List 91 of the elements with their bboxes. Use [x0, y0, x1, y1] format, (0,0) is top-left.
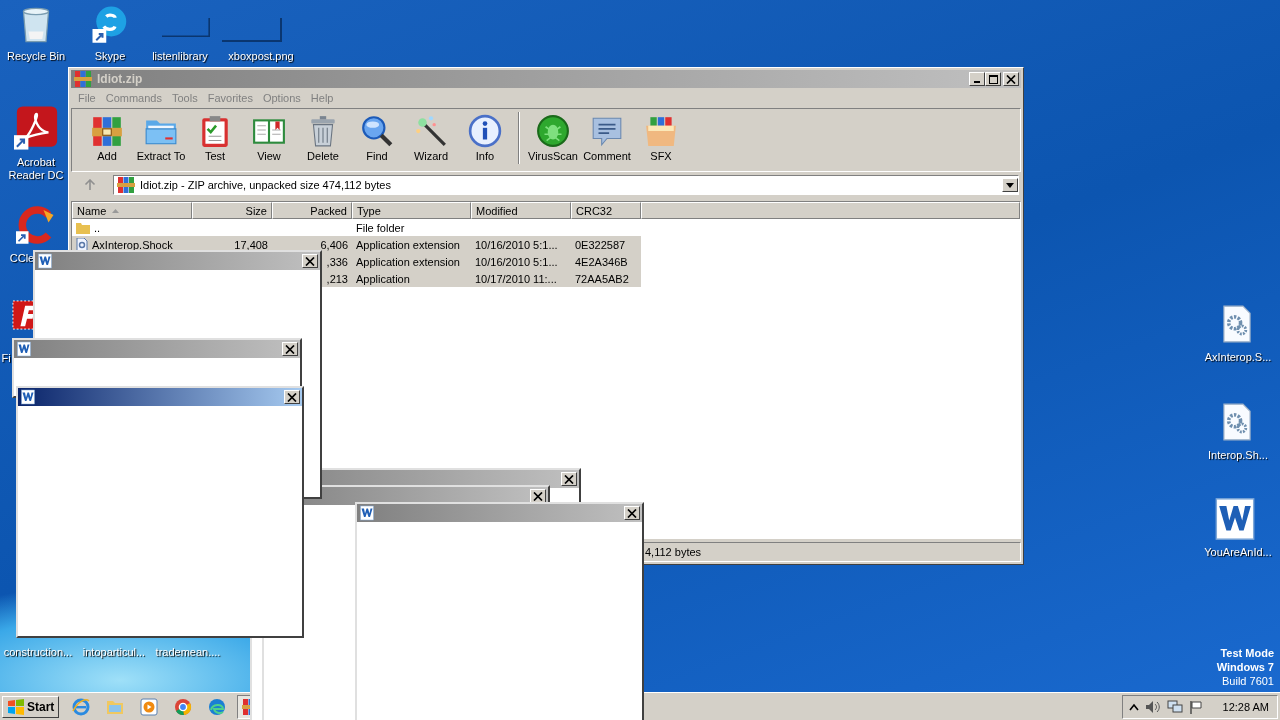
- test-mode-text: Test Mode: [1220, 646, 1274, 660]
- cleaner-app-icon: [16, 205, 56, 245]
- toolbar-button[interactable]: Info: [458, 112, 512, 164]
- column-header[interactable]: CRC32: [571, 202, 641, 219]
- chrome-icon: [173, 696, 194, 717]
- desktop-icon-label[interactable]: Interop.Sh...: [1196, 449, 1280, 462]
- desktop-icon-label[interactable]: xboxpost.png: [219, 50, 303, 63]
- toolbar-button[interactable]: Extract To: [134, 112, 188, 164]
- dropdown-arrow-icon: [1006, 182, 1014, 188]
- toolbar-button[interactable]: Test: [188, 112, 242, 164]
- table-cell: 10/17/2010 11:...: [475, 272, 557, 285]
- desktop-icon-label[interactable]: YouAreAnId...: [1196, 546, 1280, 559]
- close-button[interactable]: [284, 390, 300, 404]
- toolbar-button[interactable]: View: [242, 112, 296, 164]
- table-cell: 10/16/2010 5:1...: [475, 255, 558, 268]
- close-icon: [627, 508, 637, 518]
- table-cell: ,213: [326, 272, 348, 285]
- close-icon: [287, 392, 297, 402]
- table-cell: AxInterop.Shock: [92, 238, 173, 251]
- os-edition-text: Windows 7: [1216, 660, 1274, 674]
- thumbnail-icon: [222, 18, 282, 42]
- thumbnail-icon: [162, 18, 210, 38]
- maximize-icon: [988, 74, 998, 84]
- dropdown-button[interactable]: [1002, 178, 1018, 192]
- table-cell: 17,408: [234, 238, 268, 251]
- word-document-icon: [37, 253, 53, 269]
- close-icon: [305, 256, 315, 266]
- pdf-reader-icon: [14, 105, 60, 151]
- build-text: Build 7601: [1222, 674, 1274, 688]
- toolbar-button[interactable]: Wizard: [404, 112, 458, 164]
- close-icon: [1006, 74, 1016, 84]
- search-icon: [360, 114, 394, 148]
- window-title: Idiot.zip: [97, 72, 144, 86]
- word-document-icon: [16, 341, 32, 357]
- toolbar-button[interactable]: Find: [350, 112, 404, 164]
- archive-icon: [73, 69, 93, 89]
- file-row[interactable]: .. File folder: [72, 219, 641, 236]
- network-icon[interactable]: [1166, 699, 1183, 714]
- table-cell: 0E322587: [575, 238, 626, 251]
- word-document-icon: [359, 505, 375, 521]
- table-cell: Application extension: [356, 238, 460, 251]
- toolbar-button[interactable]: Delete: [296, 112, 350, 164]
- toolbar-button[interactable]: Add: [80, 112, 134, 164]
- address-field[interactable]: Idiot.zip - ZIP archive, unpacked size 474,112 bytes: [113, 175, 1019, 195]
- close-icon: [533, 491, 543, 501]
- word-document-icon: [20, 389, 36, 405]
- desktop-icon-label[interactable]: Acrobat Reader DC: [0, 156, 72, 182]
- table-cell: 10/16/2010 5:1...: [475, 238, 558, 251]
- file-row[interactable]: AxInterop.Shock 17,408 6,406 Application extension 10/16/2010 5:1... 0E322587: [72, 236, 641, 253]
- info-icon: [468, 114, 502, 148]
- desktop-icon-label[interactable]: CCle: [8, 252, 36, 265]
- play-icon: [139, 696, 160, 717]
- table-cell: 6,406: [320, 238, 348, 251]
- windows-logo-icon: [7, 698, 25, 715]
- speaker-icon[interactable]: [1144, 699, 1161, 714]
- desktop-icon-label[interactable]: Skype: [82, 50, 138, 63]
- browser-e-icon: [71, 696, 92, 717]
- desktop-icon-label[interactable]: AxInterop.S...: [1196, 351, 1280, 364]
- column-header[interactable]: Name: [72, 202, 192, 219]
- archive-icon: [116, 175, 136, 195]
- flag-icon[interactable]: [1188, 699, 1203, 714]
- clock[interactable]: 12:28 AM: [1222, 700, 1269, 713]
- table-cell: Application: [356, 272, 410, 285]
- table-cell: 72AA5AB2: [575, 272, 629, 285]
- archive-icon: [90, 114, 124, 148]
- column-header[interactable]: Type: [352, 202, 471, 219]
- desktop-icon-label[interactable]: listenlibrary: [146, 50, 214, 63]
- toolbar-button[interactable]: VirusScan: [526, 112, 580, 164]
- folder-icon: [76, 221, 90, 234]
- table-cell: Application extension: [356, 255, 460, 268]
- column-header[interactable]: Size: [192, 202, 272, 219]
- table-cell: ..: [94, 221, 101, 234]
- close-icon: [285, 344, 295, 354]
- close-icon: [564, 474, 574, 484]
- wand-icon: [414, 114, 448, 148]
- column-header[interactable]: Packed: [272, 202, 352, 219]
- column-header[interactable]: Modified: [471, 202, 571, 219]
- status-text: 4,112 bytes: [645, 546, 702, 558]
- toolbar-button[interactable]: Comment: [580, 112, 634, 164]
- table-cell: ,336: [326, 255, 348, 268]
- toolbar-button[interactable]: SFX: [634, 112, 688, 164]
- start-button[interactable]: Start: [2, 695, 60, 718]
- bug-icon: [536, 114, 570, 148]
- edge-icon: [207, 696, 228, 717]
- table-cell: File folder: [356, 221, 405, 234]
- table-cell: 4E2A346B: [575, 255, 628, 268]
- desktop-icon-label[interactable]: Recycle Bin: [0, 50, 72, 63]
- box-icon: [644, 114, 678, 148]
- show-hidden-icons-icon[interactable]: [1128, 701, 1139, 712]
- up-arrow-icon: [84, 179, 96, 191]
- desktop-icon-label[interactable]: Fi: [0, 352, 12, 365]
